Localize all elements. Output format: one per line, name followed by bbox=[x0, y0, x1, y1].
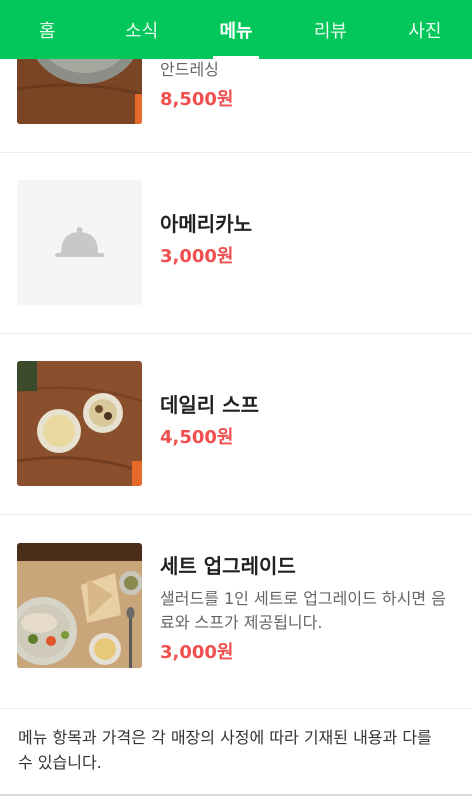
cloche-icon bbox=[55, 227, 104, 257]
tab-menu[interactable]: 메뉴 bbox=[189, 0, 283, 59]
notice-text: 메뉴 항목과 가격은 각 매장의 사정에 따라 기재된 내용과 다를 수 있습니… bbox=[18, 728, 432, 772]
menu-item[interactable]: 데일리 스프 4,500원 bbox=[0, 334, 472, 515]
tab-news[interactable]: 소식 bbox=[94, 0, 188, 59]
menu-item-desc: 샐러드를 1인 세트로 업그레이드 하시면 음료와 스프가 제공됩니다. bbox=[160, 589, 446, 632]
menu-item[interactable]: 아메리카노 3,000원 bbox=[0, 153, 472, 334]
menu-item-name: 데일리 스프 bbox=[160, 393, 259, 417]
menu-item-info: 안드레싱 8,500원 bbox=[160, 58, 448, 112]
menu-item-price: 3,000원 bbox=[160, 246, 234, 267]
tab-home[interactable]: 홈 bbox=[0, 0, 94, 59]
menu-item-desc: 안드레싱 bbox=[160, 60, 219, 79]
menu-notice: 메뉴 항목과 가격은 각 매장의 사정에 따라 기재된 내용과 다를 수 있습니… bbox=[0, 709, 472, 796]
soup-bowls-photo bbox=[17, 361, 142, 486]
menu-item-name: 세트 업그레이드 bbox=[160, 554, 296, 578]
tab-bar: 홈 소식 메뉴 리뷰 사진 bbox=[0, 0, 472, 59]
menu-item-price: 8,500원 bbox=[160, 89, 234, 110]
tab-photos[interactable]: 사진 bbox=[378, 0, 472, 59]
menu-item[interactable]: 세트 업그레이드 샐러드를 1인 세트로 업그레이드 하시면 음료와 스프가 제… bbox=[0, 515, 472, 709]
menu-item-price: 4,500원 bbox=[160, 427, 234, 448]
salad-set-photo bbox=[17, 543, 142, 668]
tab-reviews[interactable]: 리뷰 bbox=[283, 0, 377, 59]
menu-item-info: 아메리카노 3,000원 bbox=[160, 211, 448, 269]
menu-item-info: 세트 업그레이드 샐러드를 1인 세트로 업그레이드 하시면 음료와 스프가 제… bbox=[160, 553, 448, 665]
menu-item-price: 3,000원 bbox=[160, 642, 234, 663]
menu-item-name: 아메리카노 bbox=[160, 212, 252, 236]
menu-item-info: 데일리 스프 4,500원 bbox=[160, 392, 448, 450]
menu-image-placeholder bbox=[17, 180, 142, 305]
